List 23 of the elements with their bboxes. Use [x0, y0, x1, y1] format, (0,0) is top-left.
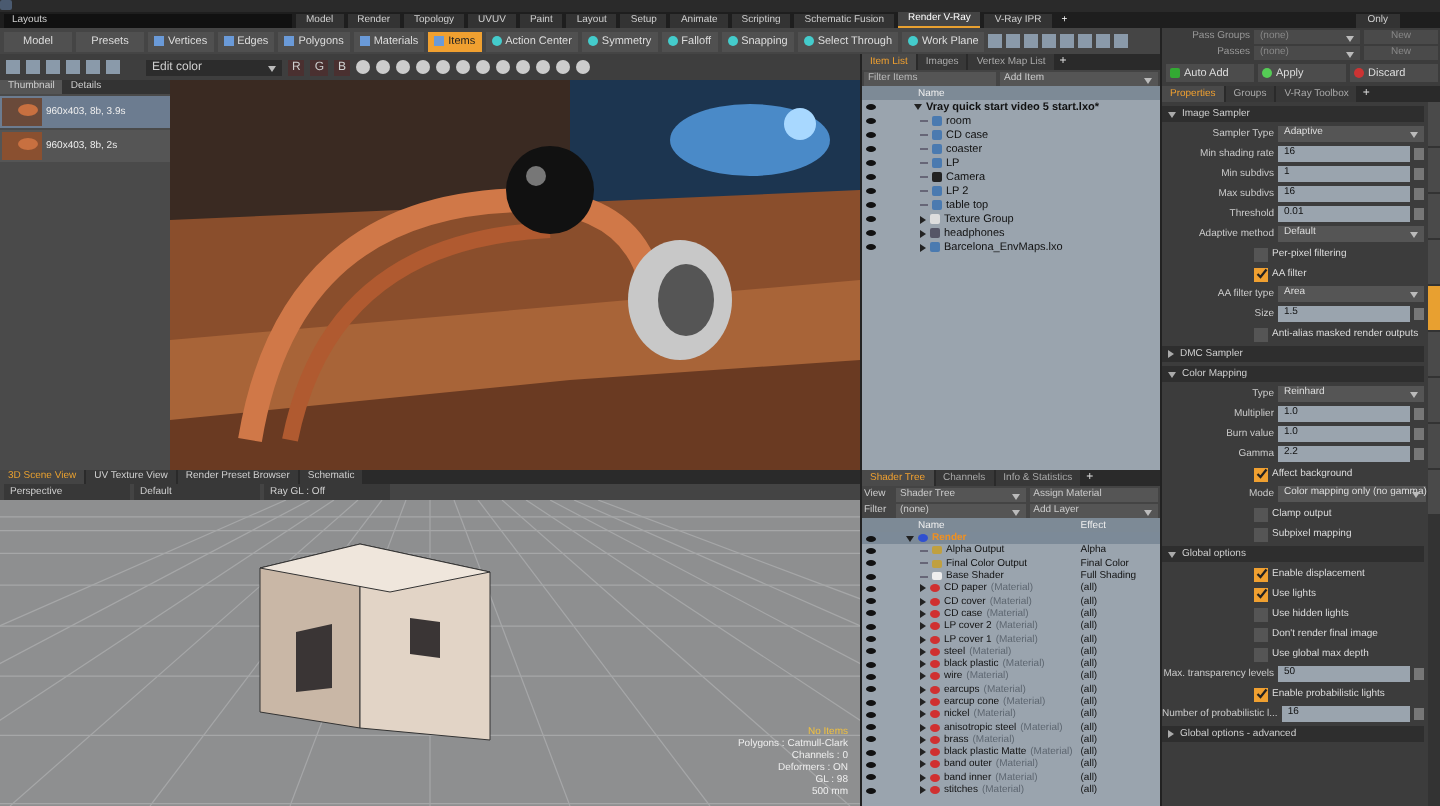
slider-icon[interactable]: [1414, 668, 1424, 680]
expand-arrow-icon[interactable]: [1168, 371, 1176, 377]
slider-icon[interactable]: [1414, 308, 1424, 320]
checkbox[interactable]: [1254, 647, 1268, 661]
checkbox[interactable]: [1254, 327, 1268, 341]
checkbox[interactable]: [1254, 607, 1268, 621]
checkbox[interactable]: [1254, 507, 1268, 521]
checkbox[interactable]: [1254, 687, 1268, 701]
expand-arrow-icon[interactable]: [1168, 730, 1174, 738]
expand-arrow-icon[interactable]: [1168, 350, 1174, 358]
slider-icon[interactable]: [1414, 708, 1424, 720]
expand-arrow-icon[interactable]: [1168, 551, 1176, 557]
thumbnail-icon: [2, 132, 42, 160]
expand-arrow-icon[interactable]: [1168, 111, 1176, 117]
checkbox[interactable]: [1254, 527, 1268, 541]
checkbox[interactable]: [1254, 587, 1268, 601]
checkbox[interactable]: [1254, 567, 1268, 581]
checkbox[interactable]: [1254, 247, 1268, 261]
expand-arrow-icon[interactable]: [914, 104, 922, 110]
thumbnail-icon: [2, 98, 42, 126]
checkbox[interactable]: [1254, 627, 1268, 641]
checkbox[interactable]: [1254, 267, 1268, 281]
checkbox[interactable]: [1254, 467, 1268, 481]
